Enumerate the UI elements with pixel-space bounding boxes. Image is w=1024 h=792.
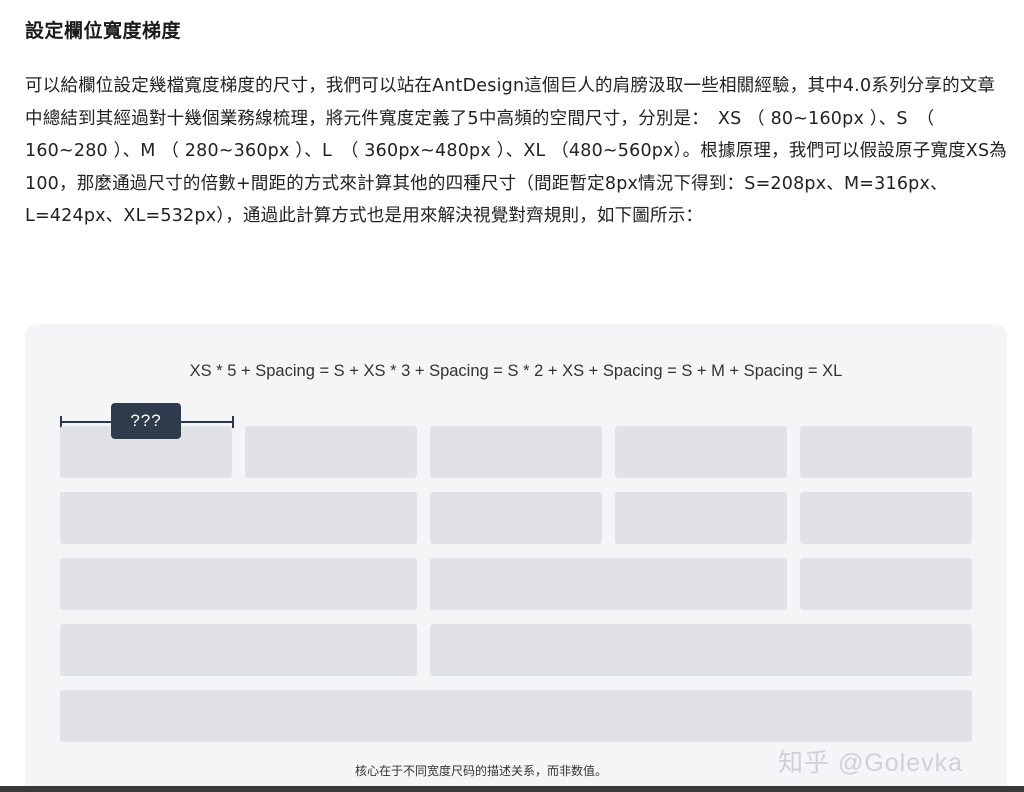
block-xs: [800, 426, 972, 478]
block-s: [60, 558, 417, 610]
body-paragraph: 可以給欄位設定幾檔寬度梯度的尺寸，我們可以站在AntDesign這個巨人的肩膀汲…: [25, 76, 1007, 226]
measure-cap-right: [232, 416, 234, 428]
block-xs: [245, 426, 417, 478]
formula-text: XS * 5 + Spacing = S + XS * 3 + Spacing …: [189, 362, 843, 380]
block-m: [430, 624, 972, 676]
block-xs: [430, 492, 602, 544]
block-s: [60, 624, 417, 676]
bottom-bar: [0, 786, 1024, 792]
block-s: [430, 558, 787, 610]
block-xl: [60, 690, 972, 742]
block-xs: [800, 492, 972, 544]
width-gradient-figure: XS * 5 + Spacing = S + XS * 3 + Spacing …: [25, 324, 1007, 792]
block-xs: [800, 558, 972, 610]
figure-caption: 核心在于不同宽度尺码的描述关系，而非数值。: [355, 764, 608, 778]
section-heading: 設定欄位寬度梯度: [25, 20, 182, 42]
block-s: [60, 492, 417, 544]
block-xs: [615, 426, 787, 478]
measure-label: ???: [111, 403, 181, 439]
block-xs: [430, 426, 602, 478]
block-xs: [615, 492, 787, 544]
watermark: 知乎 @Golevka: [778, 749, 964, 777]
